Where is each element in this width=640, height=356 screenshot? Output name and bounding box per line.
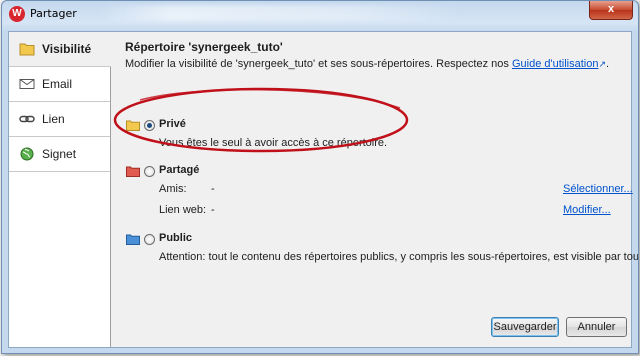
amis-value: - <box>211 183 215 195</box>
sidebar-item-label: Signet <box>42 147 77 161</box>
lienweb-label: Lien web: <box>159 204 207 216</box>
folder-public-icon <box>126 234 140 245</box>
blurred-title-area <box>97 5 467 21</box>
sidebar-item-label: Email <box>42 77 73 91</box>
close-button[interactable]: x <box>589 1 633 20</box>
option-label-partage: Partagé <box>159 164 200 176</box>
description-suffix: . <box>606 58 610 70</box>
radio-partage[interactable] <box>144 166 155 177</box>
option-label-public: Public <box>159 232 193 244</box>
folder-icon <box>19 42 35 56</box>
sidebar-item-visibilite[interactable]: Visibilité <box>9 32 111 67</box>
sidebar-item-email[interactable]: Email <box>9 67 110 102</box>
description-text: Modifier la visibilité de 'synergeek_tut… <box>125 58 609 70</box>
folder-shared-icon <box>126 166 140 177</box>
sidebar-item-label: Lien <box>42 112 65 126</box>
dialog-window: W Partager x Visibilité Email Lien Signe… <box>1 0 639 354</box>
description-prefix: Modifier la visibilité de 'synergeek_tut… <box>125 58 512 70</box>
save-button[interactable]: Sauvegarder <box>491 317 559 337</box>
modify-weblink-link[interactable]: Modifier... <box>563 204 611 216</box>
sidebar-item-lien[interactable]: Lien <box>9 102 110 137</box>
cancel-button[interactable]: Annuler <box>566 317 627 337</box>
dialog-client-area: Visibilité Email Lien Signet Répertoire … <box>8 31 638 348</box>
envelope-icon <box>19 77 35 91</box>
page-title: Répertoire 'synergeek_tuto' <box>125 40 283 54</box>
radio-public[interactable] <box>144 234 155 245</box>
chain-link-icon <box>19 112 35 126</box>
app-logo-icon: W <box>9 6 25 22</box>
sidebar-item-label: Visibilité <box>42 42 92 56</box>
amis-label: Amis: <box>159 183 187 195</box>
select-friends-link[interactable]: Sélectionner... <box>563 183 633 195</box>
globe-icon <box>19 147 35 161</box>
public-warning: Attention: tout le contenu des répertoir… <box>159 251 639 263</box>
external-link-icon: ↗ <box>598 59 606 69</box>
highlight-oval <box>113 87 409 153</box>
sidebar-item-signet[interactable]: Signet <box>9 137 110 172</box>
lienweb-value: - <box>211 204 215 216</box>
window-title: Partager <box>30 7 77 20</box>
guide-link[interactable]: Guide d'utilisation <box>512 58 599 70</box>
title-bar[interactable]: W Partager x <box>2 1 638 31</box>
sidebar: Visibilité Email Lien Signet <box>9 32 111 347</box>
